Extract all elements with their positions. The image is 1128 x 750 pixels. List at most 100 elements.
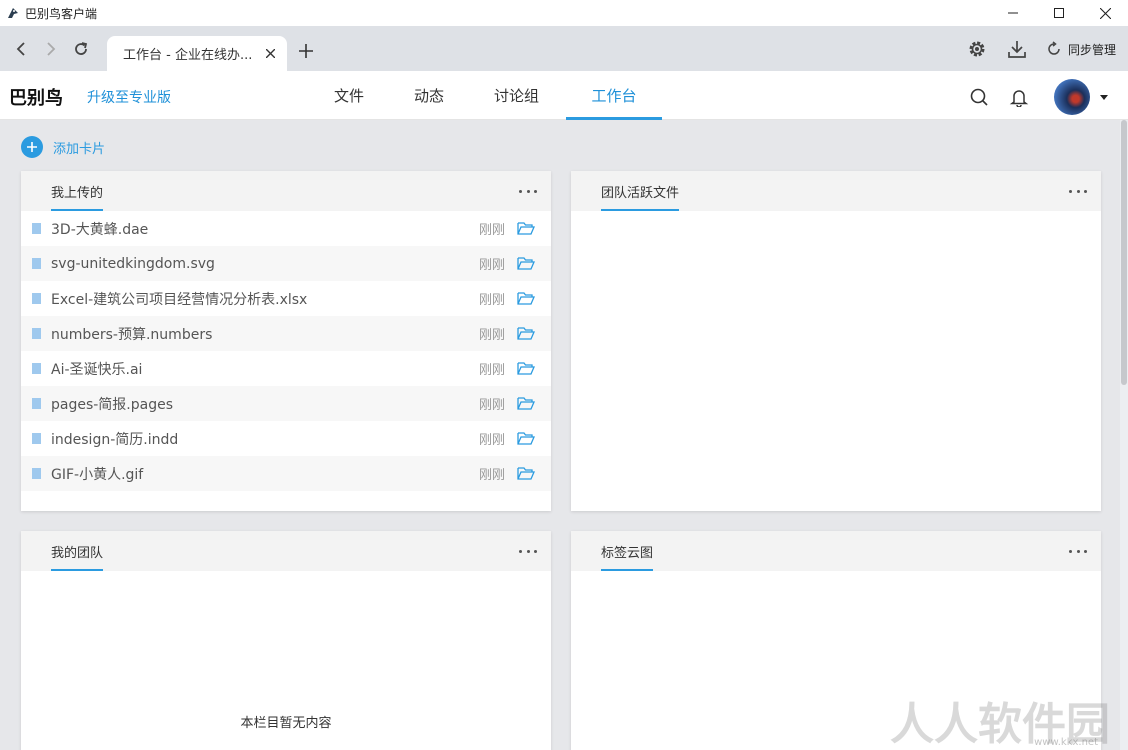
browser-toolbar: 工作台 - 企业在线办... 同步管理 (0, 26, 1128, 71)
close-icon (1099, 7, 1111, 19)
more-options-button[interactable] (519, 543, 537, 559)
download-button[interactable] (1006, 38, 1028, 60)
browser-actions: 同步管理 (966, 38, 1116, 60)
maximize-button[interactable] (1036, 0, 1082, 26)
sync-icon (1048, 41, 1060, 55)
back-button[interactable] (12, 40, 30, 58)
add-card-button[interactable]: 添加卡片 (21, 136, 105, 158)
file-time: 刚刚 (478, 363, 505, 378)
nav-discussion[interactable]: 讨论组 (478, 71, 566, 120)
minimize-icon (1008, 12, 1018, 14)
file-row[interactable]: indesign-简历.indd 刚刚 (21, 421, 551, 456)
app-header: 巴别鸟 升级至专业版 文件 动态 讨论组 工作台 (0, 71, 1128, 120)
card-title: 我的团队 (51, 542, 104, 571)
file-row[interactable]: numbers-预算.numbers 刚刚 (21, 316, 551, 351)
folder-open-icon[interactable] (517, 396, 535, 411)
card-title: 我上传的 (51, 182, 104, 211)
file-name[interactable]: indesign-简历.indd (51, 429, 178, 449)
nav-files[interactable]: 文件 (334, 71, 398, 120)
file-row[interactable]: Ai-圣诞快乐.ai 刚刚 (21, 351, 551, 386)
folder-open-icon[interactable] (517, 256, 535, 271)
window-titlebar: 巴别鸟客户端 (0, 0, 1128, 26)
folder-open-icon[interactable] (517, 326, 535, 341)
file-name[interactable]: svg-unitedkingdom.svg (51, 256, 215, 272)
minimize-button[interactable] (990, 0, 1036, 26)
file-name[interactable]: 3D-大黄蜂.dae (51, 219, 148, 239)
folder-open-icon[interactable] (517, 221, 535, 236)
avatar[interactable] (1054, 79, 1090, 115)
file-time: 刚刚 (478, 468, 505, 483)
file-time: 刚刚 (478, 223, 505, 238)
file-time: 刚刚 (478, 433, 505, 448)
card-my-uploads: 我上传的 3D-大黄蜂.dae 刚刚 svg-unitedkingdom.svg 刚刚… (21, 171, 551, 511)
app-logo[interactable]: 巴别鸟 (9, 84, 63, 110)
plus-circle-icon (21, 136, 43, 158)
chevron-down-icon[interactable] (1100, 94, 1108, 100)
search-button[interactable] (968, 86, 990, 108)
forward-button[interactable] (42, 40, 60, 58)
folder-open-icon[interactable] (517, 466, 535, 481)
folder-open-icon[interactable] (517, 291, 535, 306)
nav-workbench[interactable]: 工作台 (566, 71, 662, 120)
notifications-button[interactable] (1008, 86, 1030, 108)
bell-icon (1009, 90, 1029, 107)
folder-open-icon[interactable] (517, 431, 535, 446)
maximize-icon (1054, 8, 1064, 18)
plus-icon (299, 44, 313, 58)
nav-label: 讨论组 (494, 87, 540, 105)
add-card-label: 添加卡片 (53, 141, 106, 157)
card-team-active-files: 团队活跃文件 (571, 171, 1101, 511)
document-icon (32, 433, 41, 444)
nav-label: 动态 (414, 87, 445, 105)
nav-activity[interactable]: 动态 (398, 71, 478, 120)
document-icon (32, 258, 41, 269)
file-row[interactable]: 3D-大黄蜂.dae 刚刚 (21, 211, 551, 246)
close-window-button[interactable] (1082, 0, 1128, 26)
scroll-thumb[interactable] (1121, 120, 1127, 385)
file-name[interactable]: GIF-小黄人.gif (51, 464, 143, 484)
nav-label: 工作台 (591, 87, 637, 105)
file-row[interactable]: GIF-小黄人.gif 刚刚 (21, 456, 551, 491)
header-actions (968, 79, 1108, 115)
gear-icon (969, 41, 985, 57)
watermark-url: www.kkx.net (1034, 737, 1098, 748)
more-options-button[interactable] (519, 183, 537, 199)
file-name[interactable]: numbers-预算.numbers (51, 324, 212, 344)
document-icon (32, 293, 41, 304)
document-icon (32, 328, 41, 339)
document-icon (32, 398, 41, 409)
file-name[interactable]: Ai-圣诞快乐.ai (51, 359, 142, 379)
new-tab-button[interactable] (298, 43, 314, 59)
close-icon (265, 48, 275, 58)
more-options-button[interactable] (1069, 183, 1087, 199)
empty-state-text: 本栏目暂无内容 (240, 716, 332, 731)
tab-title: 工作台 - 企业在线办... (123, 48, 253, 63)
card-header: 我的团队 (21, 531, 551, 571)
tab-close-button[interactable] (263, 46, 277, 60)
card-title: 标签云图 (601, 542, 654, 571)
upgrade-link[interactable]: 升级至专业版 (87, 87, 171, 107)
chevron-left-icon (16, 42, 25, 56)
file-name[interactable]: pages-简报.pages (51, 394, 173, 414)
file-time: 刚刚 (478, 328, 505, 343)
settings-button[interactable] (966, 38, 988, 60)
file-row[interactable]: Excel-建筑公司项目经营情况分析表.xlsx 刚刚 (21, 281, 551, 316)
page-scrollbar[interactable] (1120, 120, 1128, 750)
window-controls (990, 0, 1128, 26)
active-tab[interactable]: 工作台 - 企业在线办... (107, 36, 287, 71)
card-header: 我上传的 (21, 171, 551, 211)
sync-manager-button[interactable]: 同步管理 (1046, 41, 1116, 58)
reload-button[interactable] (72, 40, 90, 58)
more-options-button[interactable] (1069, 543, 1087, 559)
document-icon (32, 363, 41, 374)
card-title: 团队活跃文件 (601, 182, 680, 211)
card-my-team: 我的团队 本栏目暂无内容 (21, 531, 551, 750)
file-row[interactable]: pages-简报.pages 刚刚 (21, 386, 551, 421)
file-row[interactable]: svg-unitedkingdom.svg 刚刚 (21, 246, 551, 281)
reload-icon (75, 42, 88, 55)
file-name[interactable]: Excel-建筑公司项目经营情况分析表.xlsx (51, 289, 307, 309)
main-nav: 文件 动态 讨论组 工作台 (318, 71, 662, 120)
window-title: 巴别鸟客户端 (25, 6, 98, 21)
document-icon (32, 223, 41, 234)
folder-open-icon[interactable] (517, 361, 535, 376)
